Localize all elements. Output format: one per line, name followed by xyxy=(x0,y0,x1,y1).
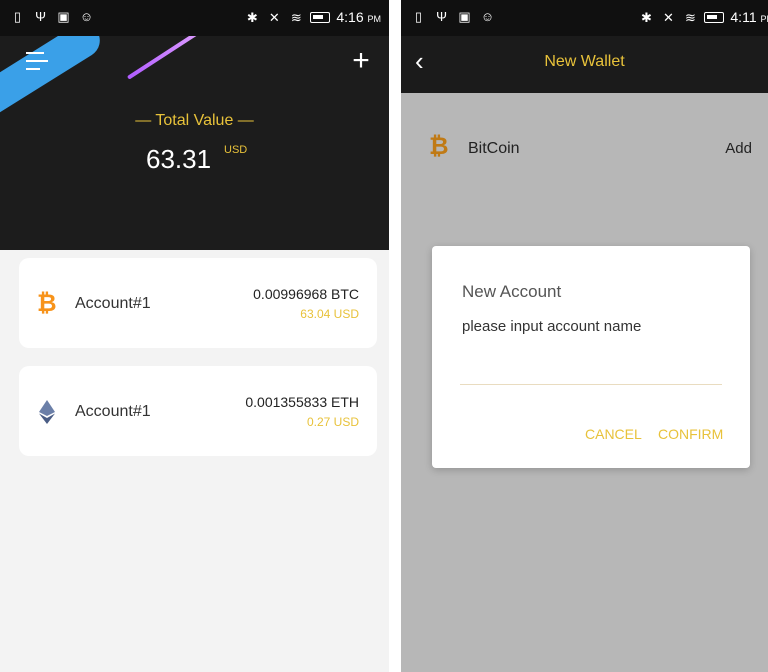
decorative-streak-purple xyxy=(126,36,205,80)
account-usd-value: 0.27 USD xyxy=(306,415,359,429)
usb-icon: Ψ xyxy=(35,9,46,24)
image-icon: ▣ xyxy=(458,9,471,24)
sim-icon: ▯ xyxy=(13,9,22,24)
total-value-unit: USD xyxy=(224,144,248,156)
account-card-eth[interactable]: Account#1 0.001355833 ETH 0.27 USD xyxy=(19,366,377,456)
account-name: Account#1 xyxy=(75,403,151,420)
account-balance: 0.001355833 ETH xyxy=(245,394,359,410)
status-bar: ▯ Ψ ▣ ☺ ✱ ✕ ≋ 4:16 PM xyxy=(0,0,389,36)
battery-icon xyxy=(310,11,331,23)
total-value-header: + — Total Value — 63.31 USD xyxy=(0,36,389,250)
add-icon[interactable]: + xyxy=(349,46,373,76)
mute-icon: ✕ xyxy=(662,9,674,25)
account-usd-value: 63.04 USD xyxy=(300,307,359,321)
account-balance: 0.00996968 BTC xyxy=(253,286,359,302)
cancel-button[interactable]: CANCEL xyxy=(585,426,642,442)
ethereum-icon xyxy=(39,400,55,424)
wallet-home-screen: ▯ Ψ ▣ ☺ ✱ ✕ ≋ 4:16 PM + — Total Value — … xyxy=(0,0,389,672)
coin-name: BitCoin xyxy=(468,140,520,157)
account-name-input[interactable] xyxy=(460,358,722,385)
app-icon: ☺ xyxy=(480,9,495,24)
mute-icon: ✕ xyxy=(268,9,280,25)
image-icon: ▣ xyxy=(57,9,70,24)
app-bar: ‹ New Wallet xyxy=(401,36,768,93)
status-bar: ▯ Ψ ▣ ☺ ✱ ✕ ≋ 4:11 PM xyxy=(401,0,768,36)
app-icon: ☺ xyxy=(79,9,94,24)
wifi-icon: ≋ xyxy=(684,9,696,25)
page-title: New Wallet xyxy=(544,53,625,70)
account-card-btc[interactable]: ₿ Account#1 0.00996968 BTC 63.04 USD xyxy=(19,258,377,348)
new-wallet-screen: ▯ Ψ ▣ ☺ ✱ ✕ ≋ 4:11 PM ‹ New Wallet ₿ Bit… xyxy=(401,0,768,672)
add-coin-button[interactable]: Add xyxy=(725,140,752,157)
bitcoin-icon: ₿ xyxy=(429,133,449,160)
new-account-dialog: New Account please input account name CA… xyxy=(432,246,750,468)
bitcoin-icon: ₿ xyxy=(37,290,57,317)
wifi-icon: ≋ xyxy=(290,9,302,25)
menu-icon[interactable] xyxy=(26,52,48,72)
usb-icon: Ψ xyxy=(436,9,447,24)
bluetooth-icon: ✱ xyxy=(246,9,258,25)
dialog-title: New Account xyxy=(462,282,562,301)
coin-row-bitcoin: ₿ BitCoin Add xyxy=(401,118,768,178)
confirm-button[interactable]: CONFIRM xyxy=(658,426,723,442)
status-time: 4:16 PM xyxy=(336,9,381,25)
account-name: Account#1 xyxy=(75,295,151,312)
status-time: 4:11 PM xyxy=(730,9,768,25)
dialog-message: please input account name xyxy=(462,318,642,335)
battery-icon xyxy=(704,11,725,23)
sim-icon: ▯ xyxy=(414,9,423,24)
total-value-label: — Total Value — xyxy=(135,112,254,129)
total-value-amount: 63.31 xyxy=(146,144,212,174)
bluetooth-icon: ✱ xyxy=(640,9,652,25)
